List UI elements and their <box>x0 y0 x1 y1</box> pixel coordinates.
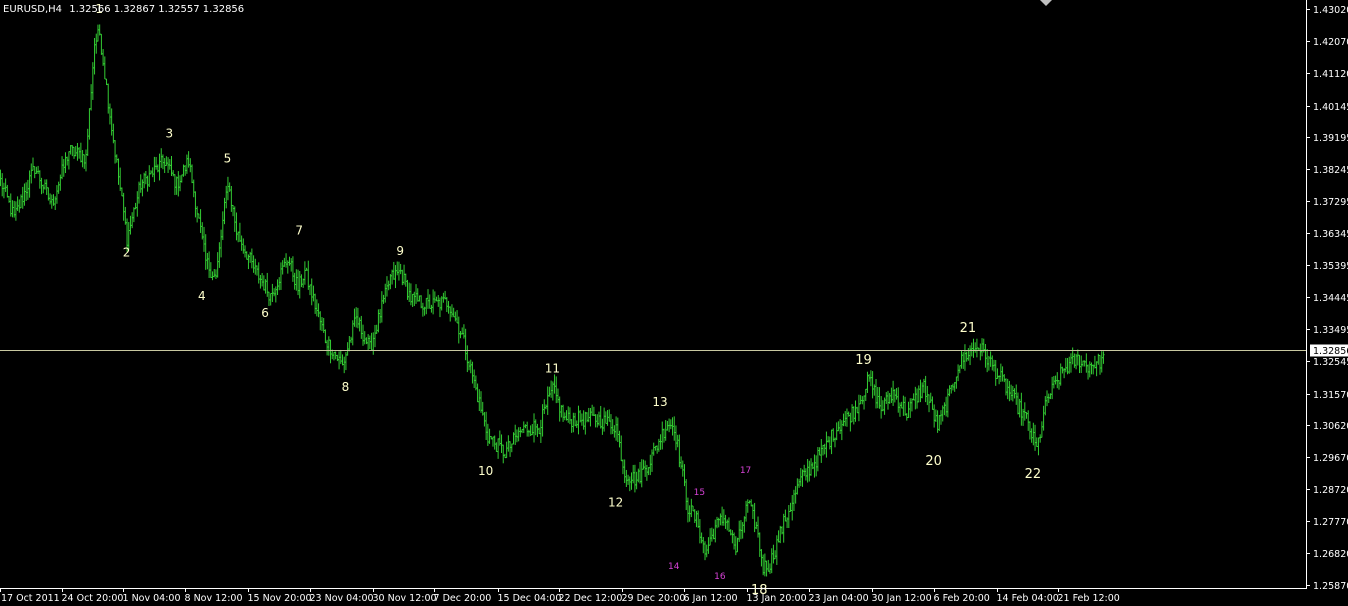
price-tick: 1.39195 <box>1306 133 1348 144</box>
wave-label: 14 <box>668 562 680 572</box>
wave-label: 13 <box>652 395 667 409</box>
price-tick: 1.38245 <box>1306 165 1348 176</box>
price-tick-label: 1.27770 <box>1313 517 1348 528</box>
time-tick-label: 13 Jan 20:00 <box>747 593 807 604</box>
price-tick: 1.30620 <box>1306 421 1348 432</box>
price-tick: 1.35395 <box>1306 261 1348 272</box>
wave-label: 19 <box>855 353 872 368</box>
time-tick-label: 23 Nov 04:00 <box>310 593 374 604</box>
time-tick-label: 21 Feb 12:00 <box>1058 593 1120 604</box>
price-tick-label: 1.41120 <box>1313 69 1348 80</box>
time-tick-label: 22 Dec 12:00 <box>559 593 623 604</box>
price-tick-label: 1.34445 <box>1313 293 1348 304</box>
wave-label: 22 <box>1025 467 1042 482</box>
time-tick-label: 23 Jan 04:00 <box>809 593 869 604</box>
ohlc-values: 1.32566 1.32867 1.32557 1.32856 <box>69 4 244 15</box>
time-tick-label: 1 Nov 04:00 <box>123 593 181 604</box>
wave-label: 21 <box>960 321 977 336</box>
wave-label: 9 <box>396 244 404 258</box>
price-tick: 1.29670 <box>1306 453 1348 464</box>
price-tick-label: 1.33495 <box>1313 325 1348 336</box>
price-tick-label: 1.35395 <box>1313 261 1348 272</box>
wave-label: 2 <box>123 246 131 260</box>
price-tick-label: 1.30620 <box>1313 421 1348 432</box>
time-tick-label: 8 Nov 12:00 <box>185 593 243 604</box>
price-tick-label: 1.29670 <box>1313 453 1348 464</box>
price-tick: 1.36345 <box>1306 229 1348 240</box>
time-tick-label: 30 Nov 12:00 <box>373 593 437 604</box>
time-tick-label: 6 Jan 12:00 <box>684 593 738 604</box>
wave-label: 16 <box>714 572 726 582</box>
wave-label: 20 <box>925 454 942 469</box>
wave-label: 5 <box>224 151 232 165</box>
price-tick: 1.34445 <box>1306 293 1348 304</box>
time-tick-label: 24 Oct 20:00 <box>62 593 124 604</box>
wave-label: 7 <box>295 224 303 238</box>
price-tick-label: 1.40145 <box>1313 102 1348 113</box>
price-tick-label: 1.26820 <box>1313 549 1348 560</box>
price-tick-label: 1.28720 <box>1313 485 1348 496</box>
wave-label: 3 <box>165 126 173 140</box>
wave-label: 8 <box>342 380 350 394</box>
chart-svg[interactable]: 12345678910111213141516171819202122 1.43… <box>0 0 1348 606</box>
time-tick-label: 7 Dec 20:00 <box>434 593 492 604</box>
price-tick: 1.25870 <box>1306 581 1348 592</box>
current-price-label: 1.32856 <box>1313 346 1348 357</box>
wave-label: 6 <box>261 306 269 320</box>
price-chart[interactable]: 1 2 3 4 5 6 7 8 9 10 11 12 13 14 15 16 17 18 19 20 21 22 1.43… <box>0 0 1348 606</box>
wave-label: 4 <box>198 289 206 303</box>
price-tick-label: 1.42070 <box>1313 37 1348 48</box>
wave-label: 10 <box>478 464 493 478</box>
symbol-label: EURUSD,H4 1.32566 1.32867 1.32557 1.3285… <box>3 4 244 15</box>
wave-label: 12 <box>608 496 623 510</box>
time-tick-label: 15 Nov 20:00 <box>248 593 312 604</box>
time-tick-label: 6 Feb 20:00 <box>934 593 990 604</box>
price-tick: 1.26820 <box>1306 549 1348 560</box>
price-tick: 1.32545 <box>1306 357 1348 368</box>
price-tick-label: 1.31570 <box>1313 390 1348 401</box>
price-tick-label: 1.39195 <box>1313 133 1348 144</box>
wave-label: 17 <box>740 466 751 476</box>
price-tick-label: 1.38245 <box>1313 165 1348 176</box>
price-tick: 1.33495 <box>1306 325 1348 336</box>
time-tick-label: 17 Oct 2011 <box>1 593 60 604</box>
price-tick: 1.41120 <box>1306 69 1348 80</box>
price-tick: 1.28720 <box>1306 485 1348 496</box>
price-tick: 1.40145 <box>1306 102 1348 113</box>
wave-label: 15 <box>694 488 705 498</box>
price-tick-label: 1.37295 <box>1313 197 1348 208</box>
time-tick-label: 29 Dec 20:00 <box>622 593 686 604</box>
time-tick-label: 15 Dec 04:00 <box>498 593 562 604</box>
price-tick: 1.43020 <box>1306 5 1348 16</box>
time-tick-label: 14 Feb 04:00 <box>997 593 1059 604</box>
time-tick-label: 30 Jan 12:00 <box>872 593 932 604</box>
wave-label: 11 <box>545 361 560 375</box>
price-tick-label: 1.25870 <box>1313 581 1348 592</box>
price-tick-label: 1.32545 <box>1313 357 1348 368</box>
price-tick-label: 1.36345 <box>1313 229 1348 240</box>
price-tick: 1.42070 <box>1306 37 1348 48</box>
symbol-name: EURUSD,H4 <box>3 4 62 15</box>
price-tick: 1.31570 <box>1306 390 1348 401</box>
price-tick: 1.37295 <box>1306 197 1348 208</box>
price-tick: 1.27770 <box>1306 517 1348 528</box>
price-tick-label: 1.43020 <box>1313 5 1348 16</box>
